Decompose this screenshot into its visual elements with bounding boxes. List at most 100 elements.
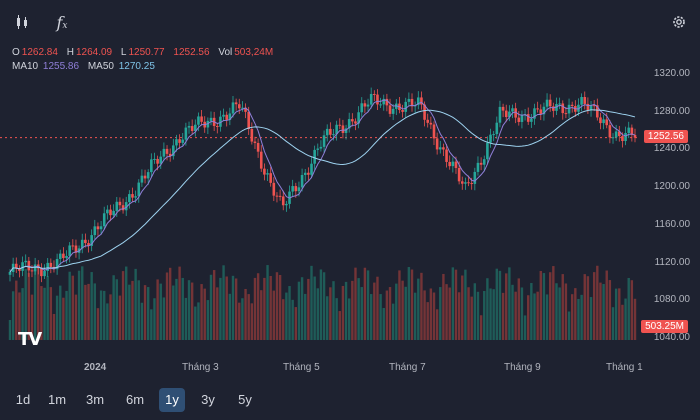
candle-body (498, 106, 502, 123)
volume-bar (266, 265, 269, 340)
candle-body (545, 99, 549, 107)
volume-bar (391, 303, 395, 340)
volume-bar (523, 315, 527, 340)
volume-bar (608, 280, 612, 340)
gear-icon[interactable] (667, 10, 691, 34)
candle-body (504, 110, 508, 118)
volume-bar (49, 287, 53, 340)
function-fx-icon[interactable]: fx (50, 10, 74, 34)
volume-bar (357, 278, 360, 340)
volume-bar (589, 297, 593, 340)
candle-body (175, 139, 178, 146)
volume-bar (203, 288, 206, 340)
candle-body (332, 134, 335, 136)
volume-bar (93, 283, 96, 340)
candle-body (143, 175, 147, 179)
volume-bar (332, 281, 335, 340)
volume-bar (461, 275, 464, 340)
volume-bar (473, 283, 477, 340)
price-axis-tick: 1200.00 (653, 181, 690, 193)
candle-body (517, 117, 521, 122)
volume-bar (351, 280, 354, 340)
volume-bar (212, 270, 216, 340)
candle-body (486, 142, 489, 160)
volume-bar (492, 289, 495, 340)
candle-body (247, 111, 250, 129)
candle-body (520, 114, 524, 122)
volume-bar (241, 298, 244, 340)
volume-bar (238, 302, 241, 340)
volume-bar (354, 267, 357, 340)
candle-body (599, 117, 602, 124)
volume-bar (520, 287, 524, 340)
volume-bar (194, 306, 197, 340)
timeframe-1d[interactable]: 1d (10, 388, 36, 412)
volume-bar (285, 292, 288, 340)
candlestick-icon[interactable] (10, 10, 34, 34)
timeframe-3m[interactable]: 3m (82, 388, 108, 412)
candle-body (351, 119, 354, 122)
volume-bar (209, 274, 213, 340)
volume-bar (278, 274, 282, 340)
candle-body (291, 186, 294, 192)
timeframe-6m[interactable]: 6m (122, 388, 148, 412)
volume-bar (545, 294, 549, 340)
volume-bar (8, 320, 12, 340)
volume-bar (432, 292, 436, 340)
top-toolbar: fx (0, 0, 700, 40)
volume-bar (592, 272, 596, 340)
volume-bar (134, 268, 137, 340)
ma10-line (9, 99, 636, 273)
volume-bar (517, 278, 520, 340)
volume-bar (310, 265, 313, 340)
price-chart[interactable] (0, 60, 640, 350)
candle-body (476, 162, 480, 172)
candle-body (187, 126, 191, 128)
time-axis-tick: Tháng 7 (389, 362, 426, 373)
candle-body (624, 132, 627, 142)
volume-bar (112, 275, 115, 340)
volume-bar (429, 288, 433, 340)
candle-body (548, 99, 552, 107)
volume-bar (564, 283, 568, 340)
volume-bar (168, 267, 172, 340)
volume-bar (300, 277, 304, 340)
candle-body (470, 183, 473, 185)
volume-bar (272, 290, 276, 340)
candle-body (435, 138, 439, 150)
volume-bar (335, 298, 338, 340)
volume-bar (216, 287, 219, 340)
candle-body (8, 272, 12, 275)
candle-body (369, 93, 373, 105)
timeframe-3y[interactable]: 3y (195, 388, 221, 412)
candle-body (432, 124, 436, 139)
volume-bar (624, 298, 627, 340)
time-axis-tick: Tháng 1 (606, 362, 643, 373)
volume-bar (410, 269, 414, 340)
volume-bar (552, 266, 555, 340)
volume-bar (614, 288, 618, 340)
volume-bar (501, 292, 505, 340)
volume-bar (197, 302, 200, 340)
volume-label: Vol (218, 47, 233, 58)
timeframe-1y[interactable]: 1y (159, 388, 185, 412)
candle-body (285, 203, 288, 206)
timeframe-1m[interactable]: 1m (44, 388, 70, 412)
candle-body (256, 142, 260, 152)
candle-body (448, 161, 451, 167)
candle-body (156, 158, 159, 164)
timeframe-5y[interactable]: 5y (232, 388, 258, 412)
candle-body (366, 104, 370, 107)
candle-body (307, 172, 310, 175)
candle-body (376, 94, 379, 105)
volume-bar (288, 286, 291, 340)
candle-body (492, 134, 495, 136)
volume-bar (533, 293, 536, 340)
volume-bar (52, 313, 56, 340)
volume-bar (586, 276, 590, 340)
volume-bar (439, 287, 442, 340)
volume-bar (599, 282, 602, 340)
candle-body (278, 195, 282, 197)
volume-bar (605, 270, 608, 340)
fx-x: x (62, 21, 68, 31)
